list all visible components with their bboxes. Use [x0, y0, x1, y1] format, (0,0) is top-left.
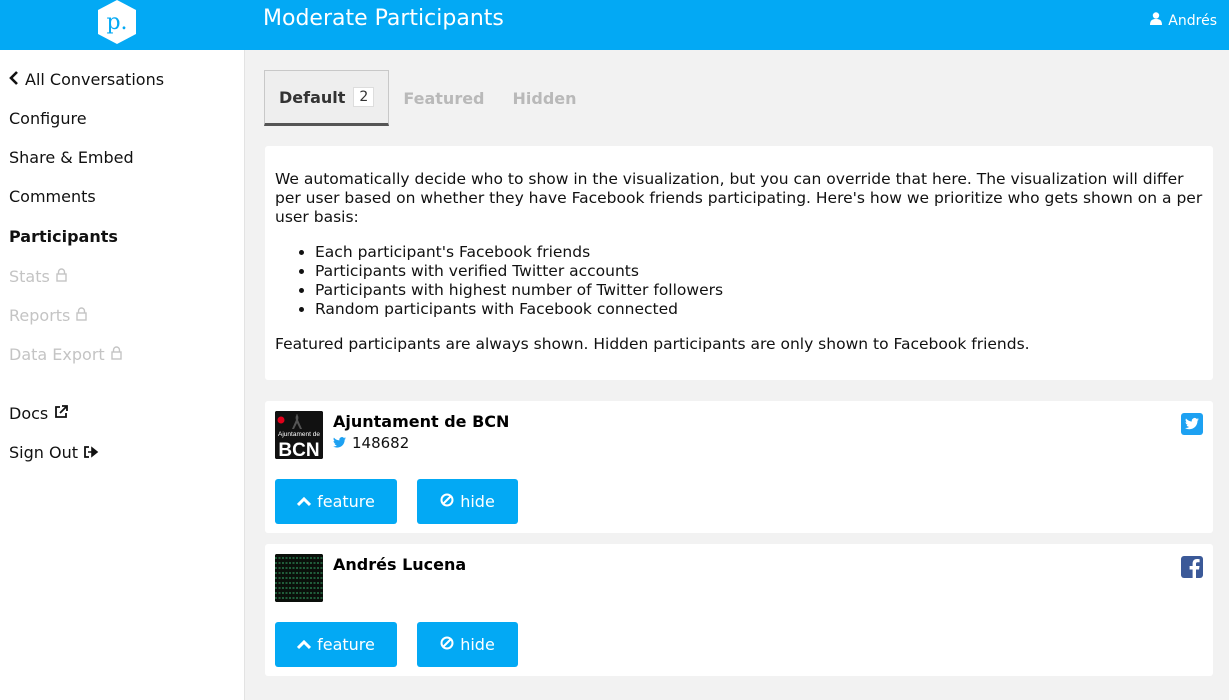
sidebar-item-label: Participants: [9, 227, 118, 246]
sidebar-item-label: Stats: [9, 267, 50, 286]
sidebar-item-configure[interactable]: Configure: [9, 109, 87, 128]
sidebar-item-label: Comments: [9, 187, 96, 206]
user-menu[interactable]: Andrés: [1150, 12, 1217, 29]
follower-count: 148682: [333, 434, 409, 452]
feature-button-label: feature: [317, 635, 375, 654]
info-intro: We automatically decide who to show in t…: [275, 170, 1203, 226]
sidebar-item-participants[interactable]: Participants: [9, 227, 118, 246]
tab-default[interactable]: Default 2: [264, 70, 390, 126]
hide-button[interactable]: hide: [417, 479, 518, 524]
chevron-up-icon: [297, 635, 312, 654]
lock-icon: [76, 306, 88, 325]
twitter-icon: [1181, 413, 1203, 435]
chevron-left-icon: [9, 70, 19, 89]
top-bar: p. Moderate Participants Andrés: [0, 0, 1229, 50]
list-item: Each participant's Facebook friends: [315, 243, 1203, 262]
user-icon: [1150, 12, 1163, 29]
sidebar-item-docs[interactable]: Docs: [9, 404, 69, 423]
sidebar-item-comments[interactable]: Comments: [9, 187, 96, 206]
list-item: Participants with verified Twitter accou…: [315, 262, 1203, 281]
list-item: Participants with highest number of Twit…: [315, 281, 1203, 300]
sidebar-item-label: Data Export: [9, 345, 105, 364]
lock-icon: [110, 345, 122, 364]
sign-out-icon: [84, 443, 99, 462]
tab-hidden[interactable]: Hidden: [499, 70, 591, 126]
facebook-icon: [1181, 556, 1203, 578]
ban-icon: [440, 492, 454, 511]
tab-label: Default: [279, 87, 346, 107]
svg-text:Ajuntament de: Ajuntament de: [278, 431, 320, 438]
sidebar-item-reports: Reports: [9, 306, 88, 325]
sidebar-item-label: Docs: [9, 404, 49, 423]
participant-name: Andrés Lucena: [333, 555, 467, 574]
avatar: Ajuntament de BCN: [275, 411, 323, 459]
hide-button-label: hide: [460, 635, 495, 654]
feature-button-label: feature: [317, 492, 375, 511]
moderation-tabs: Default 2 Featured Hidden: [264, 70, 591, 126]
sidebar-item-label: Sign Out: [9, 443, 78, 462]
info-panel: We automatically decide who to show in t…: [265, 146, 1213, 380]
svg-text:BCN: BCN: [278, 440, 319, 459]
list-item: Random participants with Facebook connec…: [315, 300, 1203, 319]
lock-icon: [56, 267, 67, 286]
sidebar-item-sign-out[interactable]: Sign Out: [9, 443, 99, 462]
sidebar-item-stats: Stats: [9, 267, 67, 286]
sidebar-item-label: Configure: [9, 109, 87, 128]
priority-list: Each participant's Facebook friends Part…: [315, 243, 1203, 319]
sidebar-item-data-export: Data Export: [9, 345, 122, 364]
participant-card: Andrés Lucena feature hide: [265, 544, 1213, 676]
sidebar-item-label: Share & Embed: [9, 148, 134, 167]
tab-count-badge: 2: [353, 87, 375, 107]
twitter-bird-icon: [333, 434, 346, 452]
chevron-up-icon: [297, 492, 312, 511]
main-content: Default 2 Featured Hidden We automatical…: [245, 50, 1229, 700]
avatar: [275, 554, 323, 602]
participant-name: Ajuntament de BCN: [333, 412, 510, 431]
participant-card: Ajuntament de BCN Ajuntament de BCN 1486…: [265, 401, 1213, 533]
external-link-icon: [54, 404, 69, 423]
follower-count-value: 148682: [352, 434, 410, 452]
sidebar-item-label: Reports: [9, 306, 71, 325]
tab-label: Featured: [403, 88, 485, 108]
ban-icon: [440, 635, 454, 654]
feature-button[interactable]: feature: [275, 622, 397, 667]
tab-label: Hidden: [512, 88, 577, 108]
hide-button-label: hide: [460, 492, 495, 511]
sidebar-item-all-conversations[interactable]: All Conversations: [9, 70, 164, 89]
hide-button[interactable]: hide: [417, 622, 518, 667]
info-footer: Featured participants are always shown. …: [275, 335, 1030, 353]
svg-text:p.: p.: [106, 10, 127, 35]
polis-logo[interactable]: p.: [96, 0, 138, 44]
user-name: Andrés: [1168, 12, 1217, 29]
tab-featured[interactable]: Featured: [389, 70, 498, 126]
sidebar-item-share-embed[interactable]: Share & Embed: [9, 148, 134, 167]
sidebar: All Conversations Configure Share & Embe…: [0, 50, 245, 700]
feature-button[interactable]: feature: [275, 479, 397, 524]
sidebar-item-label: All Conversations: [25, 70, 165, 89]
page-title: Moderate Participants: [263, 6, 504, 31]
